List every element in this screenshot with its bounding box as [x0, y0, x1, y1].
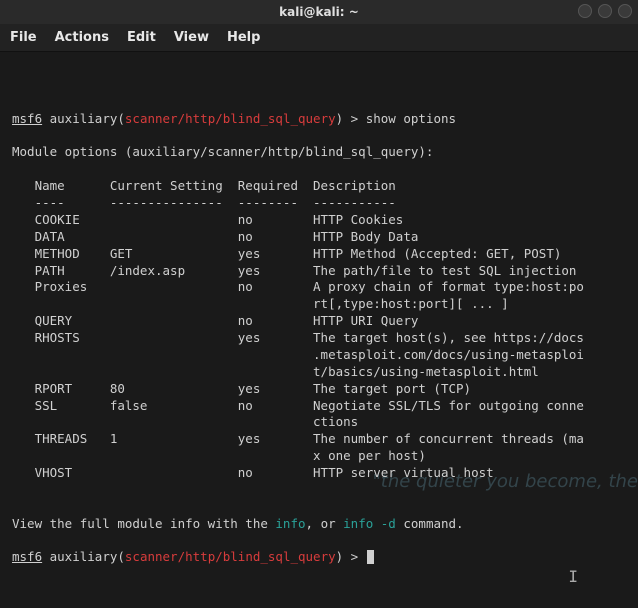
- table-row: THREADS 1 yes The number of concurrent t…: [12, 431, 626, 448]
- table-row: DATA no HTTP Body Data: [12, 229, 626, 246]
- window-controls: [578, 4, 632, 18]
- minimize-icon[interactable]: [578, 4, 592, 18]
- menu-edit[interactable]: Edit: [127, 30, 156, 45]
- table-row: PATH /index.asp yes The path/file to tes…: [12, 263, 626, 280]
- table-row: QUERY no HTTP URI Query: [12, 313, 626, 330]
- table-row: RHOSTS yes The target host(s), see https…: [12, 330, 626, 347]
- close-icon[interactable]: [618, 4, 632, 18]
- prompt-close: ): [336, 549, 344, 564]
- table-row: COOKIE no HTTP Cookies: [12, 212, 626, 229]
- prompt-sep: >: [343, 111, 366, 126]
- info-d-cmd: info -d: [343, 516, 396, 531]
- prompt-module: scanner/http/blind_sql_query: [125, 549, 336, 564]
- titlebar: kali@kali: ~: [0, 0, 638, 24]
- blank-line: [12, 161, 626, 178]
- menu-help[interactable]: Help: [227, 30, 260, 45]
- blank-line: [12, 533, 626, 550]
- blank-line: [12, 128, 626, 145]
- terminal[interactable]: "the quieter you become, the msf6 auxili…: [0, 52, 638, 608]
- table-row-cont: .metasploit.com/docs/using-metasploi: [12, 347, 626, 364]
- window-title: kali@kali: ~: [279, 5, 359, 19]
- terminal-cursor: [367, 550, 374, 564]
- table-row: METHOD GET yes HTTP Method (Accepted: GE…: [12, 246, 626, 263]
- menubar: File Actions Edit View Help: [0, 24, 638, 52]
- command-text: show options: [366, 111, 456, 126]
- prompt-host: msf6: [12, 549, 42, 564]
- prompt-line[interactable]: msf6 auxiliary(scanner/http/blind_sql_qu…: [12, 549, 626, 566]
- table-row-cont: ctions: [12, 414, 626, 431]
- menu-actions[interactable]: Actions: [55, 30, 109, 45]
- table-row-cont: rt[,type:host:port][ ... ]: [12, 296, 626, 313]
- menu-view[interactable]: View: [174, 30, 209, 45]
- prompt-module: scanner/http/blind_sql_query: [125, 111, 336, 126]
- table-row: Proxies no A proxy chain of format type:…: [12, 279, 626, 296]
- footer-line: View the full module info with the info,…: [12, 516, 626, 533]
- table-row-cont: x one per host): [12, 448, 626, 465]
- info-cmd: info: [275, 516, 305, 531]
- blank-line: [12, 482, 626, 499]
- table-row: SSL false no Negotiate SSL/TLS for outgo…: [12, 398, 626, 415]
- menu-file[interactable]: File: [10, 30, 37, 45]
- prompt-host: msf6: [12, 111, 42, 126]
- table-row-cont: t/basics/using-metasploit.html: [12, 364, 626, 381]
- prompt-mode: auxiliary(: [42, 549, 125, 564]
- module-options-line: Module options (auxiliary/scanner/http/b…: [12, 144, 626, 161]
- maximize-icon[interactable]: [598, 4, 612, 18]
- text-cursor-icon: I: [568, 566, 578, 588]
- blank-line: [12, 499, 626, 516]
- table-row: VHOST no HTTP server virtual host: [12, 465, 626, 482]
- prompt-line: msf6 auxiliary(scanner/http/blind_sql_qu…: [12, 111, 626, 128]
- table-header: Name Current Setting Required Descriptio…: [12, 178, 626, 195]
- prompt-sep: >: [343, 549, 366, 564]
- table-header-underline: ---- --------------- -------- ----------…: [12, 195, 626, 212]
- prompt-mode: auxiliary(: [42, 111, 125, 126]
- table-row: RPORT 80 yes The target port (TCP): [12, 381, 626, 398]
